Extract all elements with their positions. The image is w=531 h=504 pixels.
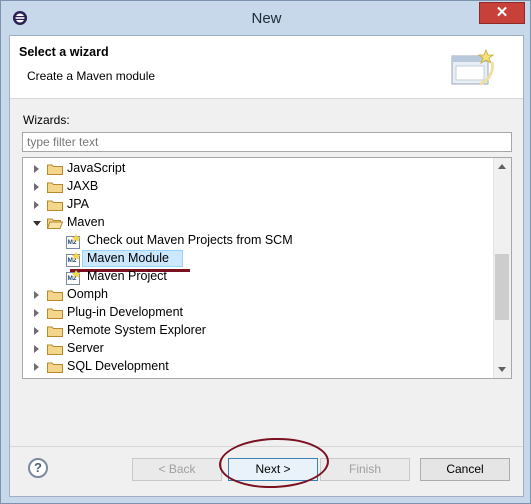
tree-item-plugin-development[interactable]: Plug-in Development [23, 304, 493, 322]
tree-item-label: Oomph [67, 287, 108, 301]
folder-icon [47, 308, 63, 319]
expand-arrow-icon[interactable] [34, 165, 39, 173]
close-button[interactable]: ✕ [479, 2, 525, 24]
tree-item-server[interactable]: Server [23, 340, 493, 358]
scroll-up-arrow-icon[interactable] [498, 164, 506, 169]
scrollbar-thumb[interactable] [495, 254, 509, 320]
tree-item-label: Check out Maven Projects from SCM [87, 233, 293, 247]
tree-item-maven[interactable]: Maven [23, 214, 493, 232]
dialog-body: Select a wizard Create a Maven module Wi… [9, 35, 524, 497]
expand-arrow-icon[interactable] [34, 345, 39, 353]
expand-arrow-icon[interactable] [34, 309, 39, 317]
scroll-down-arrow-icon[interactable] [498, 367, 506, 372]
folder-icon [47, 326, 63, 337]
finish-button[interactable]: Finish [320, 458, 410, 481]
wizard-tree: JavaScript JAXB JPA Maven M2 Check out M… [22, 157, 512, 379]
collapse-arrow-icon[interactable] [33, 221, 41, 226]
tree-item-label: Plug-in Development [67, 305, 184, 319]
tree-item-checkout-maven-scm[interactable]: M2 Check out Maven Projects from SCM [23, 232, 493, 250]
folder-icon [47, 362, 63, 373]
dialog-window: New ✕ Select a wizard Create a Maven mod… [0, 0, 531, 504]
expand-arrow-icon[interactable] [34, 183, 39, 191]
maven-wizard-icon: M2 [66, 234, 81, 249]
tree-item-jpa[interactable]: JPA [23, 196, 493, 214]
header-description: Create a Maven module [27, 69, 156, 83]
tree-item-label: Maven Module [87, 251, 169, 265]
tree-item-javascript[interactable]: JavaScript [23, 160, 493, 178]
tree-item-label: Server [67, 341, 104, 355]
annotation-circle [218, 436, 330, 490]
folder-open-icon [47, 218, 63, 229]
tree-item-label: Maven [67, 215, 105, 229]
cancel-button[interactable]: Cancel [420, 458, 510, 481]
expand-arrow-icon[interactable] [34, 363, 39, 371]
help-icon[interactable]: ? [28, 458, 48, 478]
tree-scrollbar[interactable] [493, 158, 511, 378]
title-bar[interactable]: New ✕ [1, 1, 531, 35]
maven-wizard-icon: M2 [66, 252, 81, 267]
folder-icon [47, 182, 63, 193]
maven-wizard-icon: M2 [66, 270, 81, 285]
wizard-banner-icon [451, 48, 495, 86]
tree-item-maven-module[interactable]: M2 Maven Module [23, 250, 493, 272]
tree-item-oomph[interactable]: Oomph [23, 286, 493, 304]
tree-item-label: JavaScript [67, 161, 126, 175]
tree-item-label: JPA [67, 197, 89, 211]
tree-item-label: SQL Development [67, 359, 169, 373]
tree-item-label: JAXB [67, 179, 99, 193]
tree-item-jaxb[interactable]: JAXB [23, 178, 493, 196]
folder-icon [47, 344, 63, 355]
header-title: Select a wizard [19, 45, 109, 59]
folder-icon [47, 290, 63, 301]
window-title: New [251, 10, 282, 27]
filter-input[interactable] [22, 132, 512, 152]
tree-item-maven-project[interactable]: M2 Maven Project [23, 268, 493, 286]
wizards-label: Wizards: [23, 113, 70, 127]
expand-arrow-icon[interactable] [34, 327, 39, 335]
expand-arrow-icon[interactable] [34, 201, 39, 209]
tree-item-label: Remote System Explorer [67, 323, 206, 337]
tree-item-remote-system-explorer[interactable]: Remote System Explorer [23, 322, 493, 340]
folder-icon [47, 164, 63, 175]
back-button[interactable]: < Back [132, 458, 222, 481]
wizard-header: Select a wizard Create a Maven module [10, 36, 523, 99]
tree-item-sql-development[interactable]: SQL Development [23, 358, 493, 376]
expand-arrow-icon[interactable] [34, 291, 39, 299]
tree-item-label: Maven Project [87, 269, 167, 283]
folder-icon [47, 200, 63, 211]
